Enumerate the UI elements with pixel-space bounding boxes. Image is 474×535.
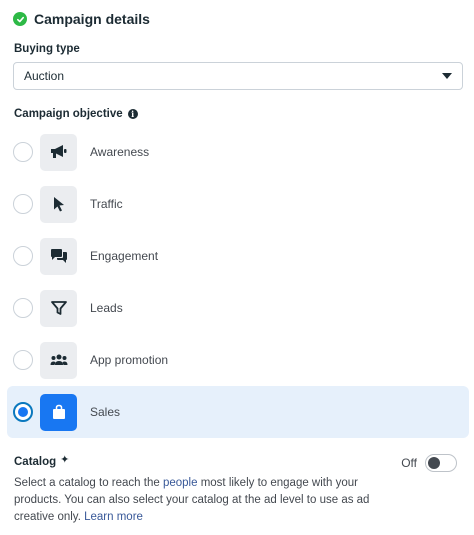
radio-engagement[interactable] [13, 246, 33, 266]
radio-traffic[interactable] [13, 194, 33, 214]
chat-bubbles-icon [40, 237, 77, 275]
catalog-desc-text: Select a catalog to reach the [14, 477, 163, 489]
objective-option-engagement[interactable]: Engagement [7, 230, 469, 282]
buying-type-select[interactable]: Auction [13, 62, 463, 90]
catalog-toggle-state: Off [401, 456, 417, 470]
radio-sales[interactable] [13, 402, 33, 422]
objective-label: Traffic [90, 197, 123, 211]
objective-label: Engagement [90, 249, 159, 263]
catalog-description: Select a catalog to reach the people mos… [14, 475, 374, 526]
buying-type-value: Auction [24, 69, 65, 83]
objective-label: Leads [90, 301, 123, 315]
radio-leads[interactable] [13, 298, 33, 318]
toggle-knob [428, 457, 440, 469]
objective-option-traffic[interactable]: Traffic [7, 178, 469, 230]
catalog-title: Catalog [14, 456, 57, 468]
funnel-icon [40, 289, 77, 327]
caret-down-icon [442, 73, 452, 79]
people-icon [40, 341, 77, 379]
radio-app-promotion[interactable] [13, 350, 33, 370]
objective-label: Sales [90, 405, 121, 419]
megaphone-icon [40, 133, 77, 171]
objective-option-app-promotion[interactable]: App promotion [7, 334, 469, 386]
info-icon[interactable]: i [127, 109, 138, 119]
section-header: Campaign details [13, 11, 150, 27]
objective-list: Awareness Traffic Engagement Leads App p… [7, 126, 469, 438]
catalog-heading: Catalog ✦ [14, 453, 70, 468]
catalog-toggle-group: Off [401, 454, 457, 472]
catalog-toggle[interactable] [425, 454, 457, 472]
checkmark-icon [13, 12, 27, 26]
campaign-objective-label: Campaign objective [14, 108, 123, 120]
buying-type-label: Buying type [14, 43, 80, 55]
learn-more-link[interactable]: Learn more [84, 511, 143, 523]
radio-awareness[interactable] [13, 142, 33, 162]
sparkle-icon: ✦ [60, 453, 70, 466]
section-title: Campaign details [34, 11, 150, 27]
objective-label: App promotion [90, 353, 169, 367]
campaign-objective-heading: Campaign objective i [14, 108, 138, 120]
people-link[interactable]: people [163, 477, 198, 489]
objective-option-sales[interactable]: Sales [7, 386, 469, 438]
objective-label: Awareness [90, 145, 150, 159]
objective-option-awareness[interactable]: Awareness [7, 126, 469, 178]
objective-option-leads[interactable]: Leads [7, 282, 469, 334]
cursor-icon [40, 185, 77, 223]
shopping-bag-icon [40, 393, 77, 431]
radio-selected-dot [18, 407, 28, 417]
